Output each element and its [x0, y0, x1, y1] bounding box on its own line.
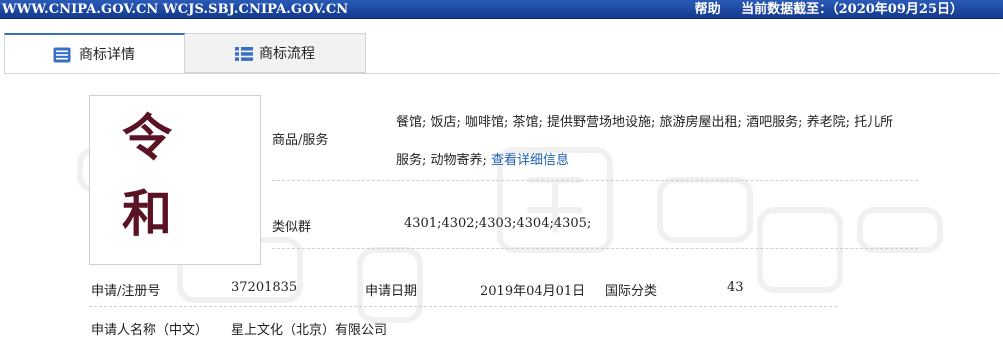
application-date-value: 2019年04月01日: [480, 284, 586, 299]
list-icon: [235, 47, 253, 61]
applicant-label: 申请人名称（中文）: [91, 323, 209, 338]
tab-label: 商标详情: [79, 47, 135, 63]
document-list-icon: [53, 47, 71, 63]
tab-trademark-details[interactable]: 商标详情: [4, 33, 185, 73]
divider: [272, 248, 918, 249]
data-as-of-label: 当前数据截至：（2020年09月25日）: [741, 2, 963, 17]
application-date-label: 申请日期: [365, 284, 418, 299]
tab-trademark-process[interactable]: 商标流程: [185, 33, 366, 73]
tab-bar: 商标详情 商标流程: [4, 33, 366, 73]
view-details-link[interactable]: 查看详细信息: [491, 153, 569, 168]
top-bar-right: 帮助 当前数据截至：（2020年09月25日）: [695, 0, 963, 19]
trademark-image: 令 和: [89, 95, 261, 265]
divider: [89, 306, 837, 307]
tab-label: 商标流程: [259, 46, 315, 62]
site-urls[interactable]: WWW.CNIPA.GOV.CN WCJS.SBJ.CNIPA.GOV.CN: [2, 0, 348, 19]
similar-group-value: 4301;4302;4303;4304;4305;: [404, 216, 592, 231]
intl-class-value: 43: [727, 280, 744, 295]
reg-no-label: 申请/注册号: [91, 284, 161, 299]
goods-services-text: 服务; 动物寄养;: [396, 153, 492, 168]
applicant-value: 星上文化（北京）有限公司: [231, 323, 388, 338]
goods-services-line2: 服务; 动物寄养; 查看详细信息: [396, 149, 569, 168]
trademark-char: 和: [122, 185, 172, 243]
goods-services-label: 商品/服务: [272, 133, 329, 148]
intl-class-label: 国际分类: [605, 284, 658, 299]
help-link[interactable]: 帮助: [695, 2, 721, 17]
tab-divider: [4, 73, 999, 74]
divider: [272, 180, 918, 181]
top-bar: WWW.CNIPA.GOV.CN WCJS.SBJ.CNIPA.GOV.CN 帮…: [0, 0, 1003, 19]
trademark-char: 令: [122, 109, 172, 167]
goods-services-line1: 餐馆; 饭店; 咖啡馆; 茶馆; 提供野营场地设施; 旅游房屋出租; 酒吧服务;…: [396, 115, 894, 130]
similar-group-label: 类似群: [272, 220, 312, 235]
reg-no-value: 37201835: [231, 280, 298, 295]
